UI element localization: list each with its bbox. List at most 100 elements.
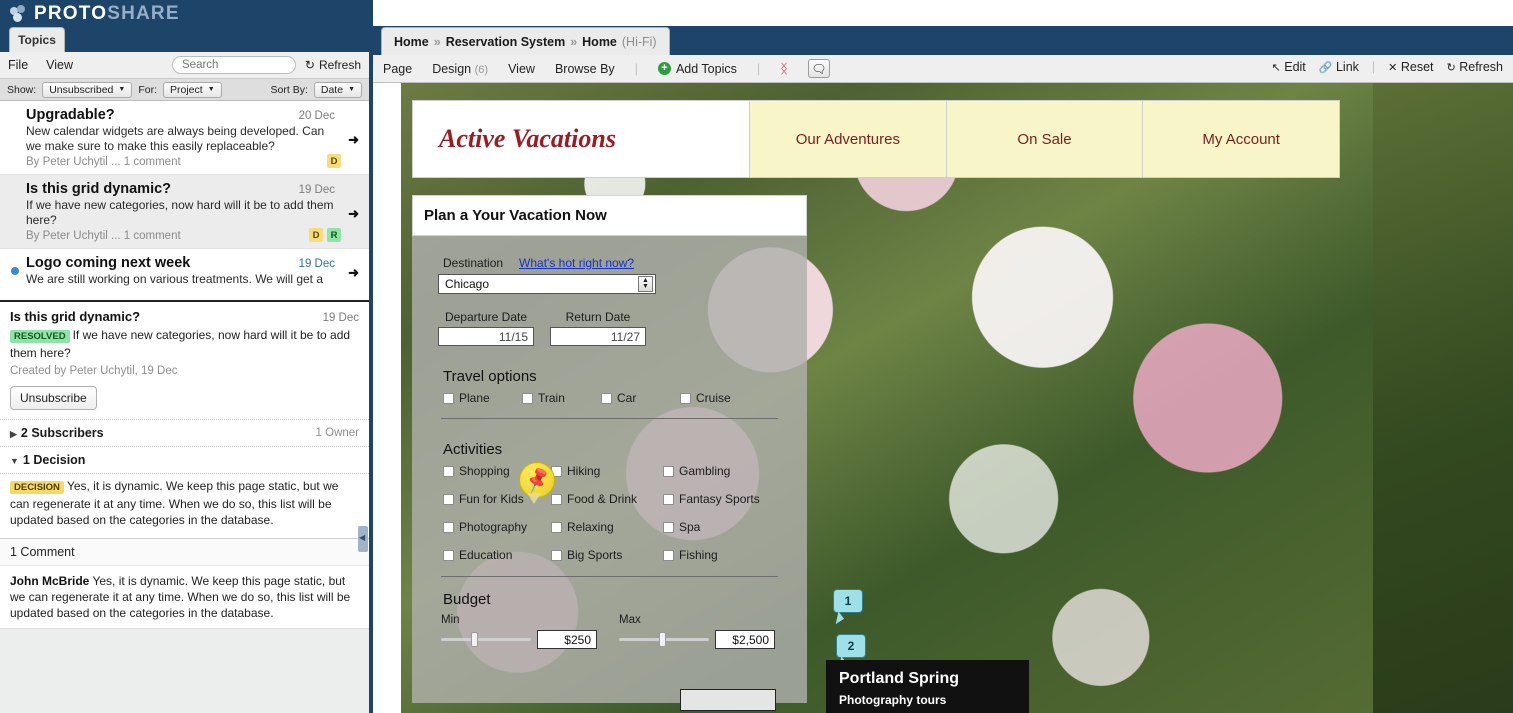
destination-select[interactable]: Chicago ▲ ▼ xyxy=(438,274,656,294)
breadcrumb-item-home[interactable]: Home xyxy=(394,35,429,49)
checkbox-icon[interactable] xyxy=(522,392,533,404)
checkbox-icon[interactable] xyxy=(663,465,674,477)
annotation-marker-1[interactable]: 1 xyxy=(833,589,863,613)
return-date-input[interactable] xyxy=(550,327,646,346)
search-vacations-button[interactable] xyxy=(680,689,776,711)
checkbox-car[interactable]: Car xyxy=(601,391,680,405)
topic-snippet: New calendar widgets are always being de… xyxy=(26,124,325,153)
owner-count: 1 Owner xyxy=(315,427,359,439)
comments-section-header: 1 Comment xyxy=(0,538,369,565)
checkbox-icon[interactable] xyxy=(443,392,454,404)
chevron-down-icon: ▼ xyxy=(348,86,355,93)
toolbar-browse-by[interactable]: Browse By xyxy=(555,62,615,76)
unsubscribe-button[interactable]: Unsubscribe xyxy=(10,386,97,410)
checkbox-relaxing[interactable]: Relaxing xyxy=(551,520,663,534)
nav-item-on-sale[interactable]: On Sale xyxy=(946,100,1144,178)
decision-badge: D xyxy=(327,154,341,168)
toolbar-divider: | xyxy=(756,61,761,76)
comment-author: John McBride xyxy=(10,574,90,588)
panel-resize-handle[interactable] xyxy=(358,526,368,552)
toolbar-design[interactable]: Design (6) xyxy=(432,62,488,76)
checkbox-food-and-drink[interactable]: Food & Drink xyxy=(551,492,663,506)
list-item[interactable]: Is this grid dynamic? 19 Dec If we have … xyxy=(0,175,369,249)
dates-row: Departure Date Return Date xyxy=(438,310,807,346)
sort-dropdown[interactable]: Date ▼ xyxy=(313,81,362,98)
toolbar-divider: | xyxy=(634,61,638,76)
topic-title: Logo coming next week xyxy=(26,255,191,271)
checkbox-spa[interactable]: Spa xyxy=(663,520,771,534)
prototype-canvas: Active Vacations Our Adventures On Sale … xyxy=(373,83,1513,713)
checkbox-icon[interactable] xyxy=(601,392,612,404)
return-label: Return Date xyxy=(565,310,631,324)
min-slider[interactable] xyxy=(441,632,531,647)
checkbox-fantasy-sports[interactable]: Fantasy Sports xyxy=(663,492,771,506)
arrow-right-icon[interactable]: ➜ xyxy=(348,265,359,281)
search-input[interactable] xyxy=(172,56,296,74)
checkbox-icon[interactable] xyxy=(443,465,454,477)
checkbox-hiking[interactable]: Hiking xyxy=(551,464,663,478)
detail-head: Is this grid dynamic? 19 Dec RESOLVED If … xyxy=(0,302,369,410)
departure-date-field: Departure Date xyxy=(438,310,534,346)
checkbox-icon[interactable] xyxy=(443,549,454,561)
departure-label: Departure Date xyxy=(444,310,528,324)
logo-wordmark: PROTOSHARE xyxy=(34,3,180,24)
annotation-pin-icon[interactable]: 📌 xyxy=(519,462,555,504)
checkbox-gambling[interactable]: Gambling xyxy=(663,464,771,478)
menu-view[interactable]: View xyxy=(46,58,73,72)
min-budget-input[interactable] xyxy=(537,630,597,649)
checkbox-fishing[interactable]: Fishing xyxy=(663,548,771,562)
tab-topics[interactable]: Topics xyxy=(9,27,65,52)
checkbox-icon[interactable] xyxy=(680,392,691,404)
checkbox-cruise[interactable]: Cruise xyxy=(680,391,759,405)
arrow-right-icon[interactable]: ➜ xyxy=(348,206,359,222)
decision-section[interactable]: ▼ 1 Decision xyxy=(0,446,369,473)
checkbox-icon[interactable] xyxy=(551,521,562,533)
list-item[interactable]: Upgradable? 20 Dec New calendar widgets … xyxy=(0,101,369,175)
checkbox-plane[interactable]: Plane xyxy=(443,391,522,405)
slider-knob[interactable] xyxy=(659,632,666,647)
menu-file[interactable]: File xyxy=(8,58,28,72)
checkbox-icon[interactable] xyxy=(443,493,454,505)
reset-button[interactable]: ✕ Reset xyxy=(1388,60,1433,74)
annotation-markers-icon[interactable]: ᛝ xyxy=(780,61,788,76)
checkbox-big-sports[interactable]: Big Sports xyxy=(551,548,663,562)
checkbox-icon[interactable] xyxy=(663,549,674,561)
refresh-button[interactable]: ↻ Refresh xyxy=(1447,60,1503,74)
nav-item-my-account[interactable]: My Account xyxy=(1143,100,1341,178)
photo-caption: Portland Spring Photography tours xyxy=(826,660,1029,713)
for-filter-dropdown[interactable]: Project ▼ xyxy=(163,81,222,98)
link-button[interactable]: 🔗 Link xyxy=(1319,60,1359,74)
nav-item-our-adventures[interactable]: Our Adventures xyxy=(750,100,947,178)
activities-row: Photography Relaxing Spa xyxy=(443,520,807,534)
toolbar-view[interactable]: View xyxy=(508,62,535,76)
refresh-button[interactable]: ↻ Refresh xyxy=(305,58,361,72)
departure-date-input[interactable] xyxy=(438,327,534,346)
protoshare-logo[interactable]: PROTOSHARE xyxy=(10,3,180,25)
whats-hot-link[interactable]: What's hot right now? xyxy=(519,256,634,270)
status-badge: RESOLVED xyxy=(10,330,70,343)
max-budget-input[interactable] xyxy=(715,630,775,649)
checkbox-icon[interactable] xyxy=(551,549,562,561)
max-slider[interactable] xyxy=(619,632,709,647)
for-label: For: xyxy=(138,83,157,96)
list-item[interactable]: Logo coming next week 19 Dec We are stil… xyxy=(0,249,369,291)
breadcrumb-item-reservation-system[interactable]: Reservation System xyxy=(446,35,566,49)
link-icon: 🔗 xyxy=(1318,62,1333,74)
comment-bubble-icon[interactable]: 🗨 xyxy=(807,59,830,78)
refresh-icon: ↻ xyxy=(1446,62,1456,74)
checkbox-icon[interactable] xyxy=(663,493,674,505)
checkbox-icon[interactable] xyxy=(663,521,674,533)
slider-knob[interactable] xyxy=(471,632,478,647)
checkbox-icon[interactable] xyxy=(443,521,454,533)
arrow-right-icon[interactable]: ➜ xyxy=(348,132,359,148)
subscribers-section[interactable]: ▶ 2 Subscribers 1 Owner xyxy=(0,419,369,446)
annotation-marker-2[interactable]: 2 xyxy=(836,634,866,658)
show-filter-dropdown[interactable]: Unsubscribed ▼ xyxy=(42,81,133,98)
checkbox-train[interactable]: Train xyxy=(522,391,601,405)
add-topics-button[interactable]: + Add Topics xyxy=(657,62,737,76)
checkbox-education[interactable]: Education xyxy=(443,548,551,562)
checkbox-photography[interactable]: Photography xyxy=(443,520,551,534)
topics-list[interactable]: Upgradable? 20 Dec New calendar widgets … xyxy=(0,101,369,291)
edit-button[interactable]: ↖ Edit xyxy=(1272,60,1306,74)
toolbar-page[interactable]: Page xyxy=(383,62,412,76)
